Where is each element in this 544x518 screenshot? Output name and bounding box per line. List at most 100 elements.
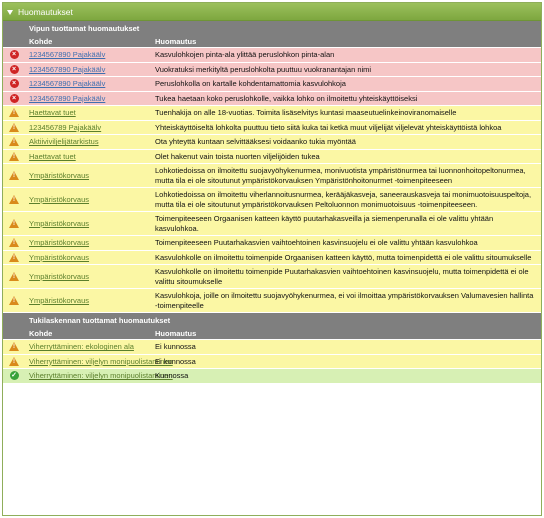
kohde-cell: Ympäristökorvaus: [25, 219, 153, 228]
tukilaskenta-column-header: Kohde Huomautus: [3, 327, 541, 340]
table-row: × 1234567890 Pajakäälv Tukea haetaan koko …: [3, 91, 541, 106]
table-row: ! Ympäristökorvaus Kasvulohkolle on ilmoit…: [3, 265, 541, 289]
kohde-link[interactable]: Ympäristökorvaus: [29, 171, 89, 180]
warning-icon: !: [3, 356, 25, 366]
table-row: ! Aktiiviviljelijätarkistus Ota yhteyttä k…: [3, 135, 541, 150]
table-row: ! 123456789 Pajakäälv Yhteiskäyttöiseltä l…: [3, 120, 541, 135]
kohde-link[interactable]: Ympäristökorvaus: [29, 195, 89, 204]
kohde-link[interactable]: Haettavat tuet: [29, 108, 76, 117]
table-row: ! Ympäristökorvaus Toimenpiteeseen Puutarh…: [3, 236, 541, 251]
kohde-link[interactable]: 1234567890 Pajakäälv: [29, 79, 105, 88]
check-icon: ✓: [9, 371, 19, 381]
huomautus-text: Toimenpiteeseen Orgaanisen katteen käytt…: [155, 214, 494, 233]
warning-icon: !: [3, 296, 25, 305]
warning-icon: !: [3, 171, 25, 180]
kohde-link[interactable]: Aktiiviviljelijätarkistus: [29, 137, 99, 146]
huomautus-text: Lohkotiedoissa on ilmoitettu suojavyöhyk…: [155, 166, 526, 185]
kohde-cell: Viherryttäminen: ekologinen ala: [25, 342, 153, 351]
huomautukset-panel: Huomautukset Vipun tuottamat huomautukse…: [2, 2, 542, 516]
kohde-link[interactable]: 1234567890 Pajakäälv: [29, 94, 105, 103]
kohde-cell: 1234567890 Pajakäälv: [25, 65, 153, 74]
kohde-cell: Ympäristökorvaus: [25, 238, 153, 247]
huomautus-text: Ei kunnossa: [155, 342, 196, 351]
huomautus-text: Toimenpiteeseen Puutarhakasvien vaihtoeh…: [155, 238, 478, 247]
huomautus-text: Kasvulohkoja, joille on ilmoitettu suoja…: [155, 291, 534, 310]
kohde-cell: 1234567890 Pajakäälv: [25, 79, 153, 88]
kohde-link[interactable]: Viherryttäminen: viljelyn monipuolistami…: [29, 357, 173, 366]
table-row: ! Ympäristökorvaus Kasvulohkoja, joille on…: [3, 289, 541, 313]
table-row: ! Haettavat tuet Olet hakenut vain toista …: [3, 149, 541, 164]
table-row: ! Ympäristökorvaus Kasvulohkolle on ilmoit…: [3, 250, 541, 265]
huomautus-text: Yhteiskäyttöiseltä lohkolta puuttuu tiet…: [155, 122, 502, 132]
huomautus-text: Kasvulohkolle on ilmoitettu toimenpide O…: [155, 252, 532, 262]
column-kohde: Kohde: [29, 36, 53, 46]
table-row: ! Haettavat tuet Tuenhakija on alle 18-vuo…: [3, 106, 541, 121]
vipu-rows: × 1234567890 Pajakäälv Kasvulohkojen pinta…: [3, 48, 541, 313]
error-icon: ×: [3, 79, 25, 89]
error-icon: ×: [3, 64, 25, 74]
tukilaskenta-rows: ! Viherryttäminen: ekologinen ala Ei kunno…: [3, 340, 541, 384]
huomautus-text: Ota yhteyttä kuntaan selvittääksesi void…: [155, 137, 356, 146]
kohde-cell: Viherryttäminen: viljelyn monipuolistami…: [25, 371, 173, 380]
kohde-cell: Ympäristökorvaus: [25, 195, 153, 204]
panel-header[interactable]: Huomautukset: [3, 3, 541, 21]
kohde-cell: Aktiiviviljelijätarkistus: [25, 137, 153, 146]
warning-icon: !: [3, 151, 25, 161]
kohde-link[interactable]: Viherryttäminen: ekologinen ala: [29, 342, 134, 351]
kohde-link[interactable]: Ympäristökorvaus: [29, 253, 89, 262]
kohde-cell: Ympäristökorvaus: [25, 272, 153, 281]
warning-icon: !: [3, 252, 25, 262]
panel-title: Huomautukset: [18, 6, 73, 17]
kohde-cell: 1234567890 Pajakäälv: [25, 94, 153, 103]
table-row: ! Ympäristökorvaus Lohkotiedoissa on ilmoi…: [3, 164, 541, 188]
error-icon: ×: [3, 93, 25, 103]
kohde-link[interactable]: Ympäristökorvaus: [29, 272, 89, 281]
kohde-cell: Ympäristökorvaus: [25, 171, 153, 180]
kohde-link[interactable]: 1234567890 Pajakäälv: [29, 65, 105, 74]
table-row: ! Ympäristökorvaus Lohkotiedoissa on ilmoi…: [3, 188, 541, 212]
table-row: × 1234567890 Pajakäälv Vuokratuksi merkity…: [3, 62, 541, 77]
collapse-triangle-icon[interactable]: [7, 9, 13, 15]
table-row: × 1234567890 Pajakäälv Kasvulohkojen pinta…: [3, 48, 541, 63]
column-huomautus: Huomautus: [155, 328, 197, 338]
kohde-cell: Haettavat tuet: [25, 152, 153, 161]
kohde-link[interactable]: Ympäristökorvaus: [29, 238, 89, 247]
warning-icon: !: [3, 137, 25, 147]
kohde-link[interactable]: Viherryttäminen: viljelyn monipuolistami…: [29, 371, 173, 380]
vipu-column-header: Kohde Huomautus: [3, 35, 541, 48]
warning-icon: !: [3, 238, 25, 248]
kohde-link[interactable]: 1234567890 Pajakäälv: [29, 50, 105, 59]
vipu-section-title: Vipun tuottamat huomautukset: [3, 21, 541, 35]
column-kohde: Kohde: [29, 328, 53, 338]
kohde-link[interactable]: Ympäristökorvaus: [29, 219, 89, 228]
warning-icon: !: [3, 108, 25, 118]
huomautus-text: Olet hakenut vain toista nuorten viljeli…: [155, 151, 320, 161]
kohde-cell: Ympäristökorvaus: [25, 296, 153, 305]
kohde-cell: 1234567890 Pajakäälv: [25, 50, 153, 59]
huomautus-text: Ei kunnossa: [155, 356, 196, 366]
warning-icon: !: [3, 195, 25, 204]
kohde-link[interactable]: Ympäristökorvaus: [29, 296, 89, 305]
warning-icon: !: [3, 272, 25, 281]
warning-icon: !: [3, 219, 25, 228]
huomautus-text: Tukea haetaan koko peruslohkolle, vaikka…: [155, 93, 418, 103]
kohde-cell: Viherryttäminen: viljelyn monipuolistami…: [25, 357, 173, 366]
huomautus-text: Kasvulohkojen pinta-ala ylittää perusloh…: [155, 50, 335, 59]
kohde-link[interactable]: Haettavat tuet: [29, 152, 76, 161]
table-row: ✓ Viherryttäminen: viljelyn monipuolistam…: [3, 369, 541, 384]
huomautus-text: Kasvulohkolle on ilmoitettu toimenpide P…: [155, 267, 529, 286]
kohde-link[interactable]: 123456789 Pajakäälv: [29, 123, 101, 132]
huomautus-text: Vuokratuksi merkityltä peruslohkolta puu…: [155, 64, 372, 74]
error-icon: ×: [3, 50, 25, 60]
table-row: ! Viherryttäminen: ekologinen ala Ei kunno…: [3, 340, 541, 355]
huomautus-text: Tuenhakija on alle 18-vuotias. Toimita l…: [155, 108, 457, 117]
kohde-cell: 123456789 Pajakäälv: [25, 123, 153, 132]
huomautus-text: Lohkotiedoissa on ilmoitettu viherlannoi…: [155, 190, 532, 209]
huomautus-text: Kunnossa: [155, 371, 189, 380]
huomautus-text: Peruslohkolla on kartalle kohdentamattom…: [155, 79, 346, 88]
tukilaskenta-section-title: Tukilaskennan tuottamat huomautukset: [3, 313, 541, 327]
table-row: ! Viherryttäminen: viljelyn monipuolistam…: [3, 354, 541, 369]
table-row: × 1234567890 Pajakäälv Peruslohkolla on ka…: [3, 77, 541, 92]
table-row: ! Ympäristökorvaus Toimenpiteeseen Orgaani…: [3, 212, 541, 236]
kohde-cell: Ympäristökorvaus: [25, 253, 153, 262]
